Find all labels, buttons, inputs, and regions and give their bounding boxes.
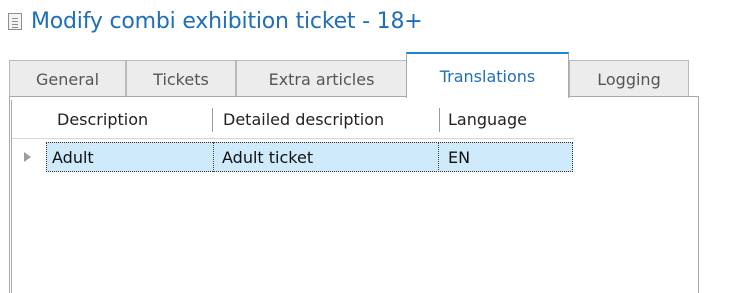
cell-description[interactable]: Adult (46, 142, 214, 172)
window-title-bar: Modify combi exhibition ticket - 18+ (8, 6, 423, 36)
grid-header: Description Detailed description Languag… (12, 100, 574, 139)
tab-strip: General Tickets Extra articles Translati… (9, 52, 699, 98)
translations-grid[interactable]: Description Detailed description Languag… (11, 100, 574, 293)
column-header-language[interactable]: Language (448, 100, 568, 138)
tab-general[interactable]: General (9, 60, 126, 97)
column-header-description[interactable]: Description (57, 100, 217, 138)
document-icon (8, 12, 22, 30)
column-separator[interactable] (439, 108, 440, 132)
table-row[interactable]: Adult Adult ticket EN (12, 142, 574, 172)
tab-extra-articles[interactable]: Extra articles (236, 60, 407, 97)
row-indicator[interactable] (12, 142, 45, 172)
tab-translations[interactable]: Translations (406, 52, 569, 98)
column-separator[interactable] (212, 108, 213, 132)
cell-language[interactable]: EN (439, 142, 572, 172)
cell-detailed-description[interactable]: Adult ticket (214, 142, 439, 172)
column-header-detailed-description[interactable]: Detailed description (223, 100, 438, 138)
current-row-arrow-icon (24, 152, 31, 162)
tab-tickets[interactable]: Tickets (126, 60, 236, 97)
tab-logging[interactable]: Logging (569, 60, 689, 97)
page-title: Modify combi exhibition ticket - 18+ (31, 8, 423, 34)
